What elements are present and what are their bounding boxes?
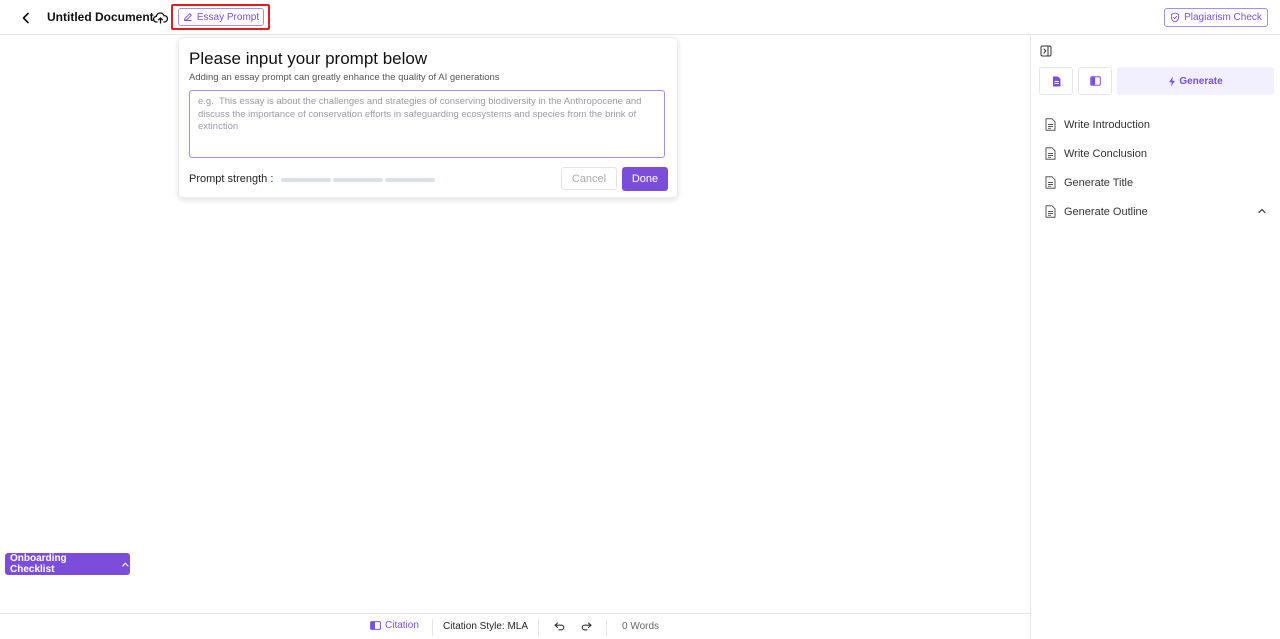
top-header: Untitled Document Essay Prompt Plagiaris…: [0, 0, 1280, 35]
book-icon: [370, 621, 381, 630]
essay-prompt-label: Essay Prompt: [196, 11, 260, 23]
right-assistant-panel: Generate Write Introduction Write Conclu…: [1030, 35, 1280, 639]
shield-check-icon: [1171, 12, 1180, 23]
action-write-introduction[interactable]: Write Introduction: [1045, 110, 1275, 139]
sidebar-layout-icon: [1089, 76, 1101, 86]
prompt-card-title: Please input your prompt below: [189, 49, 428, 68]
redo-button[interactable]: [580, 620, 592, 632]
action-write-conclusion[interactable]: Write Conclusion: [1045, 139, 1275, 168]
tab-generate[interactable]: Generate: [1117, 67, 1274, 95]
bottom-toolbar: Citation Citation Style: MLA 0 Words: [0, 613, 1030, 639]
lightning-icon: [1169, 76, 1176, 86]
tab-sidebar-view[interactable]: [1078, 67, 1112, 95]
document-filled-icon: [1052, 76, 1060, 86]
action-label: Generate Outline: [1064, 205, 1148, 218]
done-button[interactable]: Done: [622, 167, 668, 191]
essay-editor-app: Untitled Document Essay Prompt Plagiaris…: [0, 0, 1280, 639]
action-label: Write Conclusion: [1064, 147, 1147, 160]
panel-collapse-icon: [1040, 45, 1051, 56]
document-lines-icon: [1045, 147, 1056, 160]
essay-prompt-popover: Please input your prompt below Adding an…: [178, 37, 678, 198]
essay-prompt-input[interactable]: [189, 90, 665, 158]
back-button[interactable]: [16, 8, 36, 28]
action-generate-title[interactable]: Generate Title: [1045, 168, 1275, 197]
citation-button[interactable]: Citation: [370, 620, 419, 631]
document-title[interactable]: Untitled Document: [47, 10, 154, 24]
generate-action-list: Write Introduction Write Conclusion Gene…: [1045, 110, 1275, 226]
undo-icon: [553, 621, 564, 630]
action-generate-outline[interactable]: Generate Outline: [1045, 197, 1275, 226]
toolbar-divider: [538, 619, 539, 636]
strength-bar-segment: [281, 178, 331, 182]
document-lines-icon: [1045, 118, 1056, 131]
prompt-strength-meter: [281, 178, 435, 182]
generate-tab-label: Generate: [1179, 75, 1223, 87]
prompt-card-subtitle: Adding an essay prompt can greatly enhan…: [189, 72, 500, 83]
strength-bar-segment: [333, 178, 383, 182]
plagiarism-check-label: Plagiarism Check: [1184, 12, 1262, 23]
chevron-up-icon: [122, 562, 129, 567]
action-label: Write Introduction: [1064, 118, 1151, 131]
document-lines-icon: [1045, 176, 1056, 189]
action-label: Generate Title: [1064, 176, 1134, 189]
essay-prompt-button[interactable]: Essay Prompt: [178, 8, 264, 26]
cancel-button[interactable]: Cancel: [561, 167, 617, 190]
pencil-icon: [183, 13, 192, 21]
prompt-strength-label: Prompt strength :: [189, 173, 274, 185]
cloud-upload-icon: [153, 12, 168, 24]
tab-document[interactable]: [1039, 67, 1073, 95]
redo-icon: [581, 621, 592, 630]
onboarding-checklist-button[interactable]: Onboarding Checklist: [5, 553, 130, 575]
citation-label: Citation: [385, 620, 419, 631]
chevron-up-icon[interactable]: [1257, 206, 1267, 216]
toolbar-divider: [606, 619, 607, 636]
undo-button[interactable]: [553, 620, 565, 632]
plagiarism-check-button[interactable]: Plagiarism Check: [1164, 8, 1268, 27]
word-count: 0 Words: [622, 621, 660, 632]
document-lines-icon: [1045, 205, 1056, 218]
cloud-sync-button[interactable]: [152, 9, 169, 26]
onboarding-checklist-label: Onboarding Checklist: [10, 553, 67, 575]
strength-bar-segment: [385, 178, 435, 182]
toolbar-divider: [432, 619, 433, 636]
citation-style-selector[interactable]: Citation Style: MLA: [443, 621, 528, 632]
chevron-left-icon: [22, 12, 29, 24]
collapse-panel-button[interactable]: [1039, 44, 1052, 57]
